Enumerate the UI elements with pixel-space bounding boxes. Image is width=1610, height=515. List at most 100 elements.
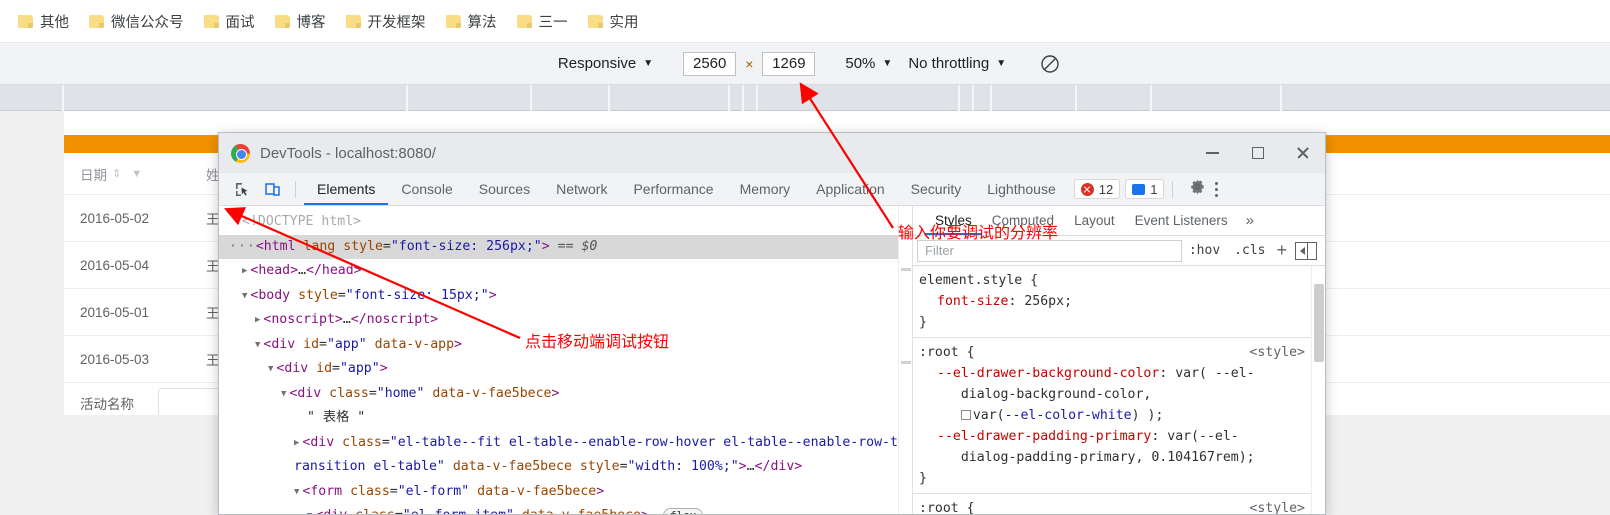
- filter-icon[interactable]: ▼: [131, 168, 142, 180]
- bookmark-item[interactable]: 博客: [267, 7, 334, 35]
- styles-filter-row: Filter :hov .cls +: [913, 236, 1325, 266]
- styles-filter-input[interactable]: Filter: [917, 239, 1182, 262]
- tab-console[interactable]: Console: [388, 173, 465, 205]
- tab-security[interactable]: Security: [898, 173, 975, 205]
- throttling-dropdown[interactable]: No throttling ▼: [900, 52, 1014, 75]
- inspect-element-icon[interactable]: [229, 176, 255, 202]
- toolbar-divider: [1172, 180, 1174, 198]
- dom-tree-line[interactable]: ▼ <body style="font-size: 15px;">: [219, 284, 912, 309]
- tab-lighthouse[interactable]: Lighthouse: [974, 173, 1069, 205]
- chevron-down-icon: ▼: [882, 57, 893, 69]
- cell-date: 2016-05-04: [80, 257, 150, 273]
- more-tabs-icon[interactable]: »: [1238, 212, 1262, 229]
- folder-icon: [345, 14, 361, 28]
- tab-layout[interactable]: Layout: [1064, 206, 1125, 235]
- bookmark-label: 其他: [40, 14, 69, 31]
- dom-tree-line[interactable]: ▶ <head>…</head>: [219, 259, 912, 284]
- class-toggle-button[interactable]: .cls: [1227, 243, 1272, 258]
- error-count: 12: [1098, 181, 1114, 197]
- css-rules-area[interactable]: element.style {font-size: 256px;}:root {…: [913, 266, 1325, 514]
- error-count-badge[interactable]: 12: [1073, 179, 1121, 199]
- gear-icon[interactable]: [1189, 178, 1206, 200]
- device-preset-label: Responsive: [557, 55, 637, 72]
- dom-tree-line[interactable]: <!DOCTYPE html>: [219, 210, 912, 235]
- bookmark-item[interactable]: 算法: [438, 7, 505, 35]
- css-declaration[interactable]: font-size: 256px;: [919, 291, 1325, 312]
- minimize-button[interactable]: [1190, 133, 1235, 173]
- column-header-date[interactable]: 日期 ⇕ ▼: [80, 164, 206, 184]
- bookmark-bar: 其他 微信公众号 面试 博客 开发框架 算法 三一 实用: [0, 0, 1610, 43]
- css-selector: :root {<style>: [919, 498, 1325, 514]
- folder-icon: [587, 14, 603, 28]
- toolbar-divider: [295, 180, 296, 198]
- bookmark-item[interactable]: 实用: [580, 7, 647, 35]
- css-declaration[interactable]: dialog-background-color,: [919, 384, 1325, 405]
- bookmark-item[interactable]: 微信公众号: [81, 7, 192, 35]
- tab-elements[interactable]: Elements: [304, 173, 388, 205]
- dom-tree-line[interactable]: ▼ <div class="home" data-v-fae5bece>: [219, 382, 912, 407]
- plus-icon[interactable]: +: [1272, 240, 1291, 261]
- css-rule[interactable]: :root {<style> --el-drawer-background-col…: [913, 338, 1325, 494]
- close-button[interactable]: [1280, 133, 1325, 173]
- dimension-separator: ×: [745, 55, 754, 72]
- kebab-menu-icon[interactable]: [1206, 181, 1226, 197]
- hover-state-button[interactable]: :hov: [1182, 243, 1227, 258]
- viewport-height-input[interactable]: 1269: [762, 51, 816, 76]
- bookmark-item[interactable]: 三一: [509, 7, 576, 35]
- sort-icon[interactable]: ⇕: [112, 167, 121, 180]
- dom-tree-pane[interactable]: <!DOCTYPE html> ···<html lang style="font…: [219, 206, 913, 514]
- viewport-width-input[interactable]: 2560: [683, 51, 737, 76]
- message-count-badge[interactable]: 1: [1125, 179, 1165, 199]
- dom-tree-line[interactable]: ▼ <form class="el-form" data-v-fae5bece>: [219, 480, 912, 505]
- devtools-body: <!DOCTYPE html> ···<html lang style="font…: [219, 206, 1325, 514]
- bookmark-item[interactable]: 开发框架: [338, 7, 434, 35]
- zoom-dropdown[interactable]: 50% ▼: [837, 52, 900, 75]
- bookmark-label: 微信公众号: [111, 14, 184, 31]
- css-declaration[interactable]: var(--el-color-white) );: [919, 405, 1325, 426]
- bookmark-label: 三一: [538, 14, 568, 31]
- dom-tree-line[interactable]: ▼ <div id="app">: [219, 357, 912, 382]
- tab-computed[interactable]: Computed: [982, 206, 1064, 235]
- bookmark-label: 实用: [609, 14, 639, 31]
- css-source-link[interactable]: <style>: [1249, 342, 1305, 363]
- toggle-sidebar-icon[interactable]: [1295, 241, 1317, 260]
- column-header-label: 日期: [80, 167, 107, 183]
- device-preset-dropdown[interactable]: Responsive ▼: [550, 52, 661, 75]
- message-icon: [1132, 183, 1146, 195]
- dom-tree-line[interactable]: " 表格 ": [219, 406, 912, 431]
- dom-tree-line[interactable]: ···<html lang style="font-size: 256px;">…: [219, 234, 912, 259]
- chevron-down-icon: ▼: [643, 57, 654, 69]
- bookmark-item[interactable]: 其他: [10, 7, 77, 35]
- dom-tree-line[interactable]: ▶ <div class="el-table--fit el-table--ena…: [219, 431, 912, 456]
- tab-event-listeners[interactable]: Event Listeners: [1125, 206, 1238, 235]
- devtools-titlebar[interactable]: DevTools - localhost:8080/: [219, 133, 1325, 173]
- tab-network[interactable]: Network: [543, 173, 620, 205]
- tab-application[interactable]: Application: [803, 173, 898, 205]
- maximize-button[interactable]: [1235, 133, 1280, 173]
- tab-performance[interactable]: Performance: [620, 173, 726, 205]
- bookmark-label: 开发框架: [367, 14, 426, 31]
- tab-styles[interactable]: Styles: [925, 206, 982, 235]
- styles-scrollbar[interactable]: [1311, 266, 1325, 514]
- dom-tree-line[interactable]: ▼ <div id="app" data-v-app>: [219, 333, 912, 358]
- window-title: DevTools - localhost:8080/: [260, 144, 436, 162]
- css-declaration[interactable]: --el-drawer-background-color: var( --el-: [919, 363, 1325, 384]
- tab-sources[interactable]: Sources: [466, 173, 543, 205]
- bookmark-item[interactable]: 面试: [196, 7, 263, 35]
- dom-tree-line[interactable]: ▶ <noscript>…</noscript>: [219, 308, 912, 333]
- toggle-device-toolbar-icon[interactable]: [259, 176, 285, 202]
- form-label: 活动名称: [80, 397, 134, 412]
- dom-tree-scrollbar[interactable]: [898, 206, 912, 514]
- css-declaration[interactable]: --el-drawer-padding-primary: var(--el-: [919, 426, 1325, 447]
- bookmark-label: 算法: [467, 14, 497, 31]
- rotate-icon[interactable]: [1040, 54, 1060, 74]
- viewport-ruler: [0, 85, 1610, 111]
- dom-tree-line[interactable]: ▼<div class="el-form-item" data-v-fae5be…: [219, 504, 912, 514]
- css-rule[interactable]: element.style {font-size: 256px;}: [913, 266, 1325, 338]
- css-rule[interactable]: :root {<style>--el-loading-spinner-size:…: [913, 494, 1325, 514]
- css-source-link[interactable]: <style>: [1249, 498, 1305, 514]
- css-declaration[interactable]: dialog-padding-primary, 0.104167rem);: [919, 447, 1325, 468]
- folder-icon: [89, 14, 104, 28]
- dom-tree-line[interactable]: ransition el-table" data-v-fae5bece styl…: [219, 455, 912, 480]
- tab-memory[interactable]: Memory: [727, 173, 804, 205]
